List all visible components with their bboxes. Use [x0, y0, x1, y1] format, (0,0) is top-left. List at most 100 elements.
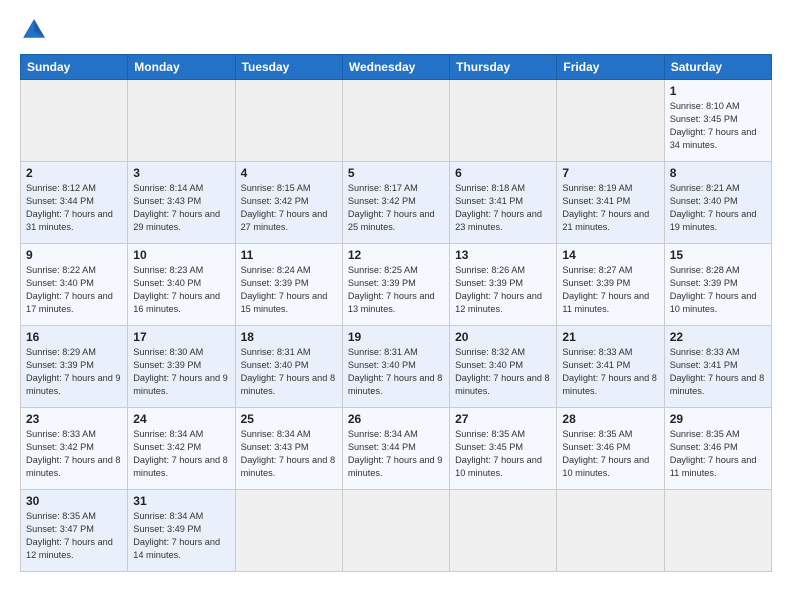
calendar-cell: 10Sunrise: 8:23 AMSunset: 3:40 PMDayligh…: [128, 244, 235, 326]
calendar-week-row: 1Sunrise: 8:10 AMSunset: 3:45 PMDaylight…: [21, 80, 772, 162]
calendar-cell: 23 Sunrise: 8:33 AMSunset: 3:42 PMDayligh…: [21, 408, 128, 490]
page: SundayMondayTuesdayWednesdayThursdayFrid…: [0, 0, 792, 612]
calendar-cell: 25 Sunrise: 8:34 AMSunset: 3:43 PMDayligh…: [235, 408, 342, 490]
day-number: 12: [348, 248, 444, 262]
day-number: 17: [133, 330, 229, 344]
weekday-header-row: SundayMondayTuesdayWednesdayThursdayFrid…: [21, 55, 772, 80]
calendar-cell: 11Sunrise: 8:24 AMSunset: 3:39 PMDayligh…: [235, 244, 342, 326]
weekday-header: Sunday: [21, 55, 128, 80]
day-info: Sunrise: 8:35 AMSunset: 3:47 PMDaylight:…: [26, 510, 122, 562]
calendar-table: SundayMondayTuesdayWednesdayThursdayFrid…: [20, 54, 772, 572]
day-info: Sunrise: 8:15 AMSunset: 3:42 PMDaylight:…: [241, 182, 337, 234]
calendar-cell: 31 Sunrise: 8:34 AMSunset: 3:49 PMDayligh…: [128, 490, 235, 572]
day-info: Sunrise: 8:18 AMSunset: 3:41 PMDaylight:…: [455, 182, 551, 234]
calendar-week-row: 9 Sunrise: 8:22 AMSunset: 3:40 PMDaylight…: [21, 244, 772, 326]
day-info: Sunrise: 8:32 AMSunset: 3:40 PMDaylight:…: [455, 346, 551, 398]
calendar-cell: [450, 490, 557, 572]
day-number: 9: [26, 248, 122, 262]
day-number: 25: [241, 412, 337, 426]
day-info: Sunrise: 8:33 AMSunset: 3:41 PMDaylight:…: [670, 346, 766, 398]
calendar-cell: 30 Sunrise: 8:35 AMSunset: 3:47 PMDayligh…: [21, 490, 128, 572]
calendar-cell: [235, 490, 342, 572]
calendar-cell: 19Sunrise: 8:31 AMSunset: 3:40 PMDayligh…: [342, 326, 449, 408]
day-info: Sunrise: 8:35 AMSunset: 3:45 PMDaylight:…: [455, 428, 551, 480]
day-info: Sunrise: 8:35 AMSunset: 3:46 PMDaylight:…: [562, 428, 658, 480]
day-number: 14: [562, 248, 658, 262]
calendar-cell: [342, 80, 449, 162]
calendar-cell: [128, 80, 235, 162]
day-info: Sunrise: 8:19 AMSunset: 3:41 PMDaylight:…: [562, 182, 658, 234]
calendar-cell: 9 Sunrise: 8:22 AMSunset: 3:40 PMDaylight…: [21, 244, 128, 326]
day-info: Sunrise: 8:29 AMSunset: 3:39 PMDaylight:…: [26, 346, 122, 398]
calendar-week-row: 23 Sunrise: 8:33 AMSunset: 3:42 PMDayligh…: [21, 408, 772, 490]
day-info: Sunrise: 8:12 AMSunset: 3:44 PMDaylight:…: [26, 182, 122, 234]
day-number: 26: [348, 412, 444, 426]
day-info: Sunrise: 8:30 AMSunset: 3:39 PMDaylight:…: [133, 346, 229, 398]
day-number: 28: [562, 412, 658, 426]
weekday-header: Friday: [557, 55, 664, 80]
day-info: Sunrise: 8:33 AMSunset: 3:41 PMDaylight:…: [562, 346, 658, 398]
logo-icon: [20, 16, 48, 44]
logo: [20, 16, 52, 44]
day-number: 30: [26, 494, 122, 508]
day-info: Sunrise: 8:14 AMSunset: 3:43 PMDaylight:…: [133, 182, 229, 234]
calendar-cell: 5 Sunrise: 8:17 AMSunset: 3:42 PMDaylight…: [342, 162, 449, 244]
calendar-cell: 7 Sunrise: 8:19 AMSunset: 3:41 PMDaylight…: [557, 162, 664, 244]
day-number: 19: [348, 330, 444, 344]
calendar-cell: 20 Sunrise: 8:32 AMSunset: 3:40 PMDayligh…: [450, 326, 557, 408]
day-number: 2: [26, 166, 122, 180]
calendar-cell: [557, 490, 664, 572]
day-number: 1: [670, 84, 766, 98]
day-number: 13: [455, 248, 551, 262]
day-info: Sunrise: 8:17 AMSunset: 3:42 PMDaylight:…: [348, 182, 444, 234]
calendar-cell: 22 Sunrise: 8:33 AMSunset: 3:41 PMDayligh…: [664, 326, 771, 408]
day-info: Sunrise: 8:25 AMSunset: 3:39 PMDaylight:…: [348, 264, 444, 316]
weekday-header: Monday: [128, 55, 235, 80]
day-info: Sunrise: 8:22 AMSunset: 3:40 PMDaylight:…: [26, 264, 122, 316]
day-info: Sunrise: 8:24 AMSunset: 3:39 PMDaylight:…: [241, 264, 337, 316]
calendar-cell: 28 Sunrise: 8:35 AMSunset: 3:46 PMDayligh…: [557, 408, 664, 490]
calendar-cell: 24Sunrise: 8:34 AMSunset: 3:42 PMDayligh…: [128, 408, 235, 490]
calendar-cell: 18Sunrise: 8:31 AMSunset: 3:40 PMDayligh…: [235, 326, 342, 408]
calendar-cell: 3Sunrise: 8:14 AMSunset: 3:43 PMDaylight…: [128, 162, 235, 244]
calendar-week-row: 30 Sunrise: 8:35 AMSunset: 3:47 PMDayligh…: [21, 490, 772, 572]
day-number: 23: [26, 412, 122, 426]
header: [20, 16, 772, 44]
calendar-cell: 6Sunrise: 8:18 AMSunset: 3:41 PMDaylight…: [450, 162, 557, 244]
weekday-header: Tuesday: [235, 55, 342, 80]
calendar-week-row: 2 Sunrise: 8:12 AMSunset: 3:44 PMDaylight…: [21, 162, 772, 244]
day-number: 10: [133, 248, 229, 262]
calendar-cell: 12 Sunrise: 8:25 AMSunset: 3:39 PMDayligh…: [342, 244, 449, 326]
day-number: 20: [455, 330, 551, 344]
day-info: Sunrise: 8:21 AMSunset: 3:40 PMDaylight:…: [670, 182, 766, 234]
day-number: 27: [455, 412, 551, 426]
calendar-cell: 26 Sunrise: 8:34 AMSunset: 3:44 PMDayligh…: [342, 408, 449, 490]
calendar-week-row: 16Sunrise: 8:29 AMSunset: 3:39 PMDayligh…: [21, 326, 772, 408]
calendar-cell: 27 Sunrise: 8:35 AMSunset: 3:45 PMDayligh…: [450, 408, 557, 490]
day-number: 15: [670, 248, 766, 262]
day-number: 5: [348, 166, 444, 180]
day-number: 22: [670, 330, 766, 344]
calendar-cell: 13Sunrise: 8:26 AMSunset: 3:39 PMDayligh…: [450, 244, 557, 326]
day-info: Sunrise: 8:34 AMSunset: 3:44 PMDaylight:…: [348, 428, 444, 480]
calendar-cell: [450, 80, 557, 162]
day-number: 18: [241, 330, 337, 344]
day-info: Sunrise: 8:34 AMSunset: 3:49 PMDaylight:…: [133, 510, 229, 562]
calendar-cell: 8Sunrise: 8:21 AMSunset: 3:40 PMDaylight…: [664, 162, 771, 244]
calendar-cell: 2 Sunrise: 8:12 AMSunset: 3:44 PMDaylight…: [21, 162, 128, 244]
day-info: Sunrise: 8:34 AMSunset: 3:43 PMDaylight:…: [241, 428, 337, 480]
calendar-cell: [664, 490, 771, 572]
day-info: Sunrise: 8:28 AMSunset: 3:39 PMDaylight:…: [670, 264, 766, 316]
day-number: 7: [562, 166, 658, 180]
day-info: Sunrise: 8:34 AMSunset: 3:42 PMDaylight:…: [133, 428, 229, 480]
calendar-cell: [235, 80, 342, 162]
calendar-cell: 17 Sunrise: 8:30 AMSunset: 3:39 PMDayligh…: [128, 326, 235, 408]
day-number: 31: [133, 494, 229, 508]
weekday-header: Saturday: [664, 55, 771, 80]
calendar-cell: 1Sunrise: 8:10 AMSunset: 3:45 PMDaylight…: [664, 80, 771, 162]
day-info: Sunrise: 8:33 AMSunset: 3:42 PMDaylight:…: [26, 428, 122, 480]
day-info: Sunrise: 8:27 AMSunset: 3:39 PMDaylight:…: [562, 264, 658, 316]
calendar-cell: [21, 80, 128, 162]
weekday-header: Thursday: [450, 55, 557, 80]
calendar-cell: 21Sunrise: 8:33 AMSunset: 3:41 PMDayligh…: [557, 326, 664, 408]
